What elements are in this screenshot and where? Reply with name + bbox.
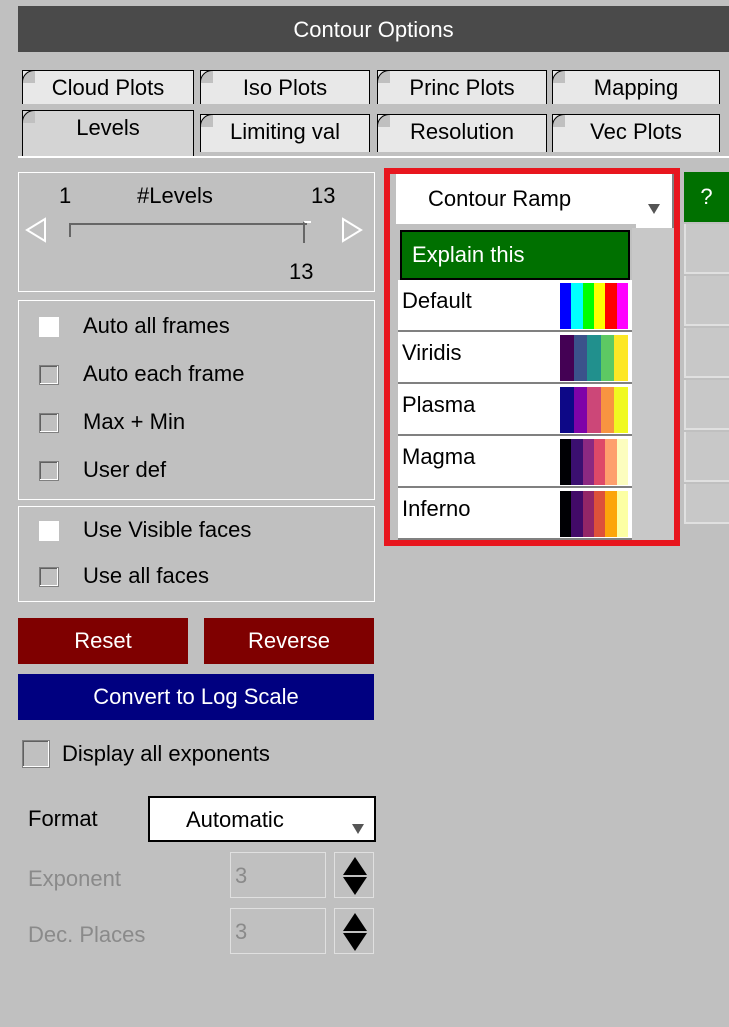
contour-ramp-header-label: Contour Ramp [428,186,572,211]
levels-max: 13 [311,183,336,208]
spinner-arrows-icon [343,913,367,951]
display-all-exponents-label: Display all exponents [62,741,270,766]
format-dropdown[interactable]: Automatic [148,796,376,842]
tab-mapping[interactable]: Mapping [552,70,720,104]
ramp-item-inferno[interactable]: Inferno [398,488,632,540]
auto-each-frame-label: Auto each frame [83,361,245,386]
slider-thumb[interactable] [303,221,311,243]
help-button[interactable]: ? [684,172,729,222]
dec-places-label: Dec. Places [28,922,146,947]
extra-cell [684,276,729,326]
levels-min: 1 [59,183,72,208]
dec-places-value: 3 [235,919,248,944]
max-min-checkbox[interactable] [39,413,59,433]
dropdown-arrow-icon [352,824,364,834]
tab-cloud-plots[interactable]: Cloud Plots [22,70,194,104]
tab-princ-plots[interactable]: Princ Plots [377,70,547,104]
display-all-exponents-checkbox[interactable] [22,740,50,768]
contour-ramp-highlight: Contour Ramp Explain this Default Viridi… [384,168,680,546]
extra-cell [684,328,729,378]
extra-cell [684,224,729,274]
extra-cell [684,432,729,482]
user-def-label: User def [83,457,167,482]
ramp-item-label: Default [402,288,472,313]
max-min-label: Max + Min [83,409,186,434]
ramp-item-magma[interactable]: Magma [398,436,632,488]
levels-label: #Levels [137,183,213,208]
ramp-swatch-inferno [560,491,628,537]
reverse-button[interactable]: Reverse [204,618,374,664]
ramp-item-default[interactable]: Default [398,280,632,332]
exponent-label: Exponent [28,866,121,891]
format-label: Format [28,806,98,831]
dropdown-arrow-icon [648,204,660,214]
ramp-swatch-viridis [560,335,628,381]
ramp-item-label: Viridis [402,340,462,365]
extra-cell [684,380,729,430]
convert-log-scale-button[interactable]: Convert to Log Scale [18,674,374,720]
ramp-item-label: Magma [402,444,476,469]
explain-this-button[interactable]: Explain this [400,230,630,280]
tab-limiting-val[interactable]: Limiting val [200,114,370,152]
ramp-scroll-column [632,228,674,540]
ramp-item-viridis[interactable]: Viridis [398,332,632,384]
use-all-faces-checkbox[interactable] [39,567,59,587]
use-all-faces-label: Use all faces [83,563,209,588]
ramp-item-plasma[interactable]: Plasma [398,384,632,436]
contour-ramp-arrow-box[interactable] [636,174,674,228]
auto-all-frames-label: Auto all frames [83,313,230,338]
slider-left-arrow-icon[interactable] [25,217,47,243]
faces-panel: Use Visible faces Use all faces [18,506,375,602]
window-title: Contour Options [18,6,729,52]
levels-value: 13 [289,259,314,284]
auto-all-frames-checkbox[interactable] [39,317,59,337]
ramp-item-label: Plasma [402,392,476,417]
format-value: Automatic [186,807,284,832]
exponent-input[interactable]: 3 [230,852,326,898]
dec-places-input[interactable]: 3 [230,908,326,954]
tab-levels[interactable]: Levels [22,110,194,156]
auto-options-panel: Auto all frames Auto each frame Max + Mi… [18,300,375,500]
tab-iso-plots[interactable]: Iso Plots [200,70,370,104]
user-def-checkbox[interactable] [39,461,59,481]
ramp-item-label: Inferno [402,496,471,521]
exponent-spinner[interactable] [334,852,374,898]
ramp-swatch-default [560,283,628,329]
use-visible-faces-checkbox[interactable] [39,521,59,541]
spinner-arrows-icon [343,857,367,895]
extra-cell [684,484,729,524]
use-visible-faces-label: Use Visible faces [83,517,252,542]
tab-resolution[interactable]: Resolution [377,114,547,152]
slider-track[interactable] [69,223,307,237]
dec-places-spinner[interactable] [334,908,374,954]
ramp-swatch-magma [560,439,628,485]
explain-this-label: Explain this [412,242,525,267]
contour-ramp-header[interactable]: Contour Ramp [396,174,636,224]
auto-each-frame-checkbox[interactable] [39,365,59,385]
tab-vec-plots[interactable]: Vec Plots [552,114,720,152]
exponent-value: 3 [235,863,248,888]
reset-button[interactable]: Reset [18,618,188,664]
tab-divider [18,156,729,158]
levels-panel: 1 #Levels 13 13 [18,172,375,292]
ramp-swatch-plasma [560,387,628,433]
slider-right-arrow-icon[interactable] [341,217,363,243]
